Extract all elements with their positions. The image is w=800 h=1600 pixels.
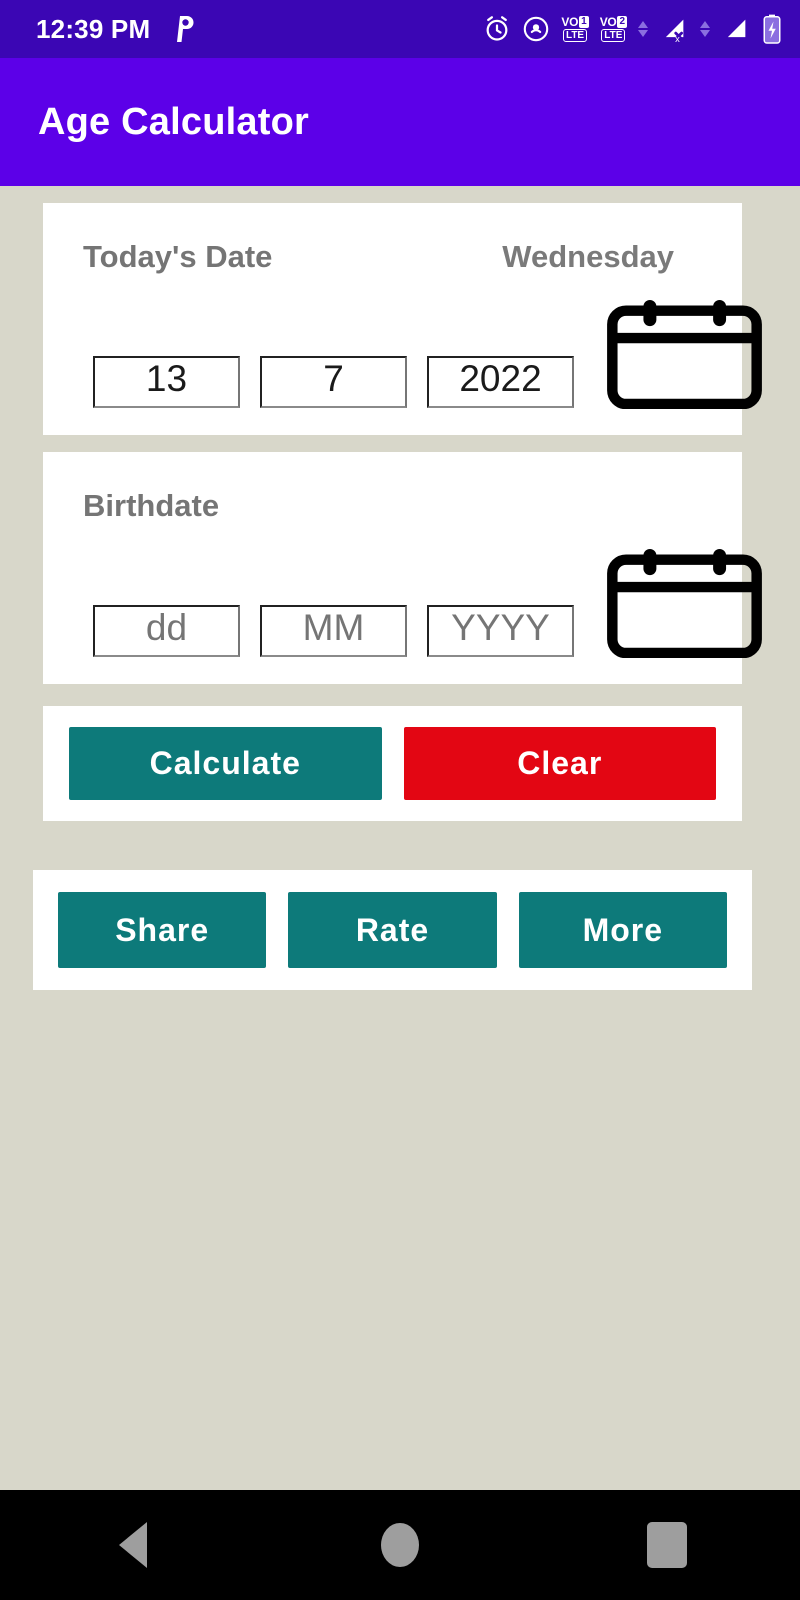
recents-icon [646, 1522, 687, 1568]
share-button[interactable]: Share [58, 892, 267, 968]
more-button[interactable]: More [518, 892, 727, 968]
weekday-label: Wednesday [502, 239, 674, 274]
rate-button[interactable]: Rate [288, 892, 497, 968]
recents-button[interactable] [607, 1490, 727, 1600]
volte-sim2-vo-label: VO [599, 15, 617, 29]
back-button[interactable] [73, 1490, 193, 1600]
birthdate-year-input[interactable] [427, 605, 574, 657]
birthdate-fields [43, 546, 762, 659]
svg-text:x: x [675, 34, 680, 43]
birthdate-card: Birthdate [43, 452, 762, 684]
todays-date-label: Today's Date [83, 239, 273, 274]
data-transfer-arrows-icon [638, 21, 648, 37]
hotspot-icon [522, 15, 550, 43]
status-bar-notification-icons [172, 14, 196, 44]
volte-sim1-number: 1 [579, 16, 589, 28]
data-transfer-arrows-2-icon [700, 21, 710, 37]
action-buttons-row: Calculate Clear [43, 706, 742, 821]
battery-charging-icon [762, 14, 782, 44]
todays-date-card: Today's Date Wednesday [43, 203, 762, 435]
app-bar: Age Calculator [0, 58, 800, 186]
clear-button[interactable]: Clear [403, 727, 716, 800]
action-buttons-card: Calculate Clear [43, 706, 742, 821]
today-month-input[interactable] [260, 356, 407, 408]
signal-bars-sim2-icon [721, 15, 751, 43]
birthdate-calendar-icon[interactable] [602, 546, 767, 663]
home-button[interactable] [340, 1490, 460, 1600]
volte-sim2-network: LTE [601, 29, 626, 42]
volte-sim1-network: LTE [562, 29, 588, 42]
volte-sim1-vo-label: VO [561, 15, 579, 29]
calculate-button[interactable]: Calculate [69, 727, 382, 800]
today-year-input[interactable] [427, 356, 574, 408]
today-calendar-icon[interactable] [602, 297, 767, 414]
main-content: Today's Date Wednesday 13 7 2022 Birthda… [0, 186, 800, 1490]
navigation-bar [0, 1490, 800, 1600]
volte-sim2-icon: VO 2 LTE [600, 16, 627, 42]
birthdate-header: Birthdate [43, 452, 742, 524]
birthdate-label: Birthdate [83, 488, 220, 523]
paypal-notification-icon [172, 14, 196, 44]
back-icon [119, 1522, 148, 1568]
links-row: Share Rate More [33, 870, 752, 990]
birthdate-day-input[interactable] [93, 605, 240, 657]
todays-date-fields [43, 297, 762, 410]
status-bar: 12:39 PM VO 1 LTE VO 2 LTE x [0, 0, 800, 58]
status-bar-system-icons: VO 1 LTE VO 2 LTE x [483, 14, 782, 44]
status-bar-clock: 12:39 PM [36, 13, 151, 44]
volte-sim2-number: 2 [617, 16, 627, 28]
page-title: Age Calculator [38, 100, 309, 143]
home-icon [380, 1523, 419, 1567]
signal-no-service-sim1-icon: x [659, 15, 689, 43]
volte-sim1-icon: VO 1 LTE [561, 15, 589, 42]
today-day-input[interactable] [93, 356, 240, 408]
todays-date-header: Today's Date Wednesday [43, 203, 742, 275]
phone-screen: 12:39 PM VO 1 LTE VO 2 LTE x Age Calcula… [0, 0, 800, 1600]
birthdate-month-input[interactable] [260, 605, 407, 657]
links-card: Share Rate More [33, 870, 752, 990]
alarm-icon [483, 15, 511, 43]
